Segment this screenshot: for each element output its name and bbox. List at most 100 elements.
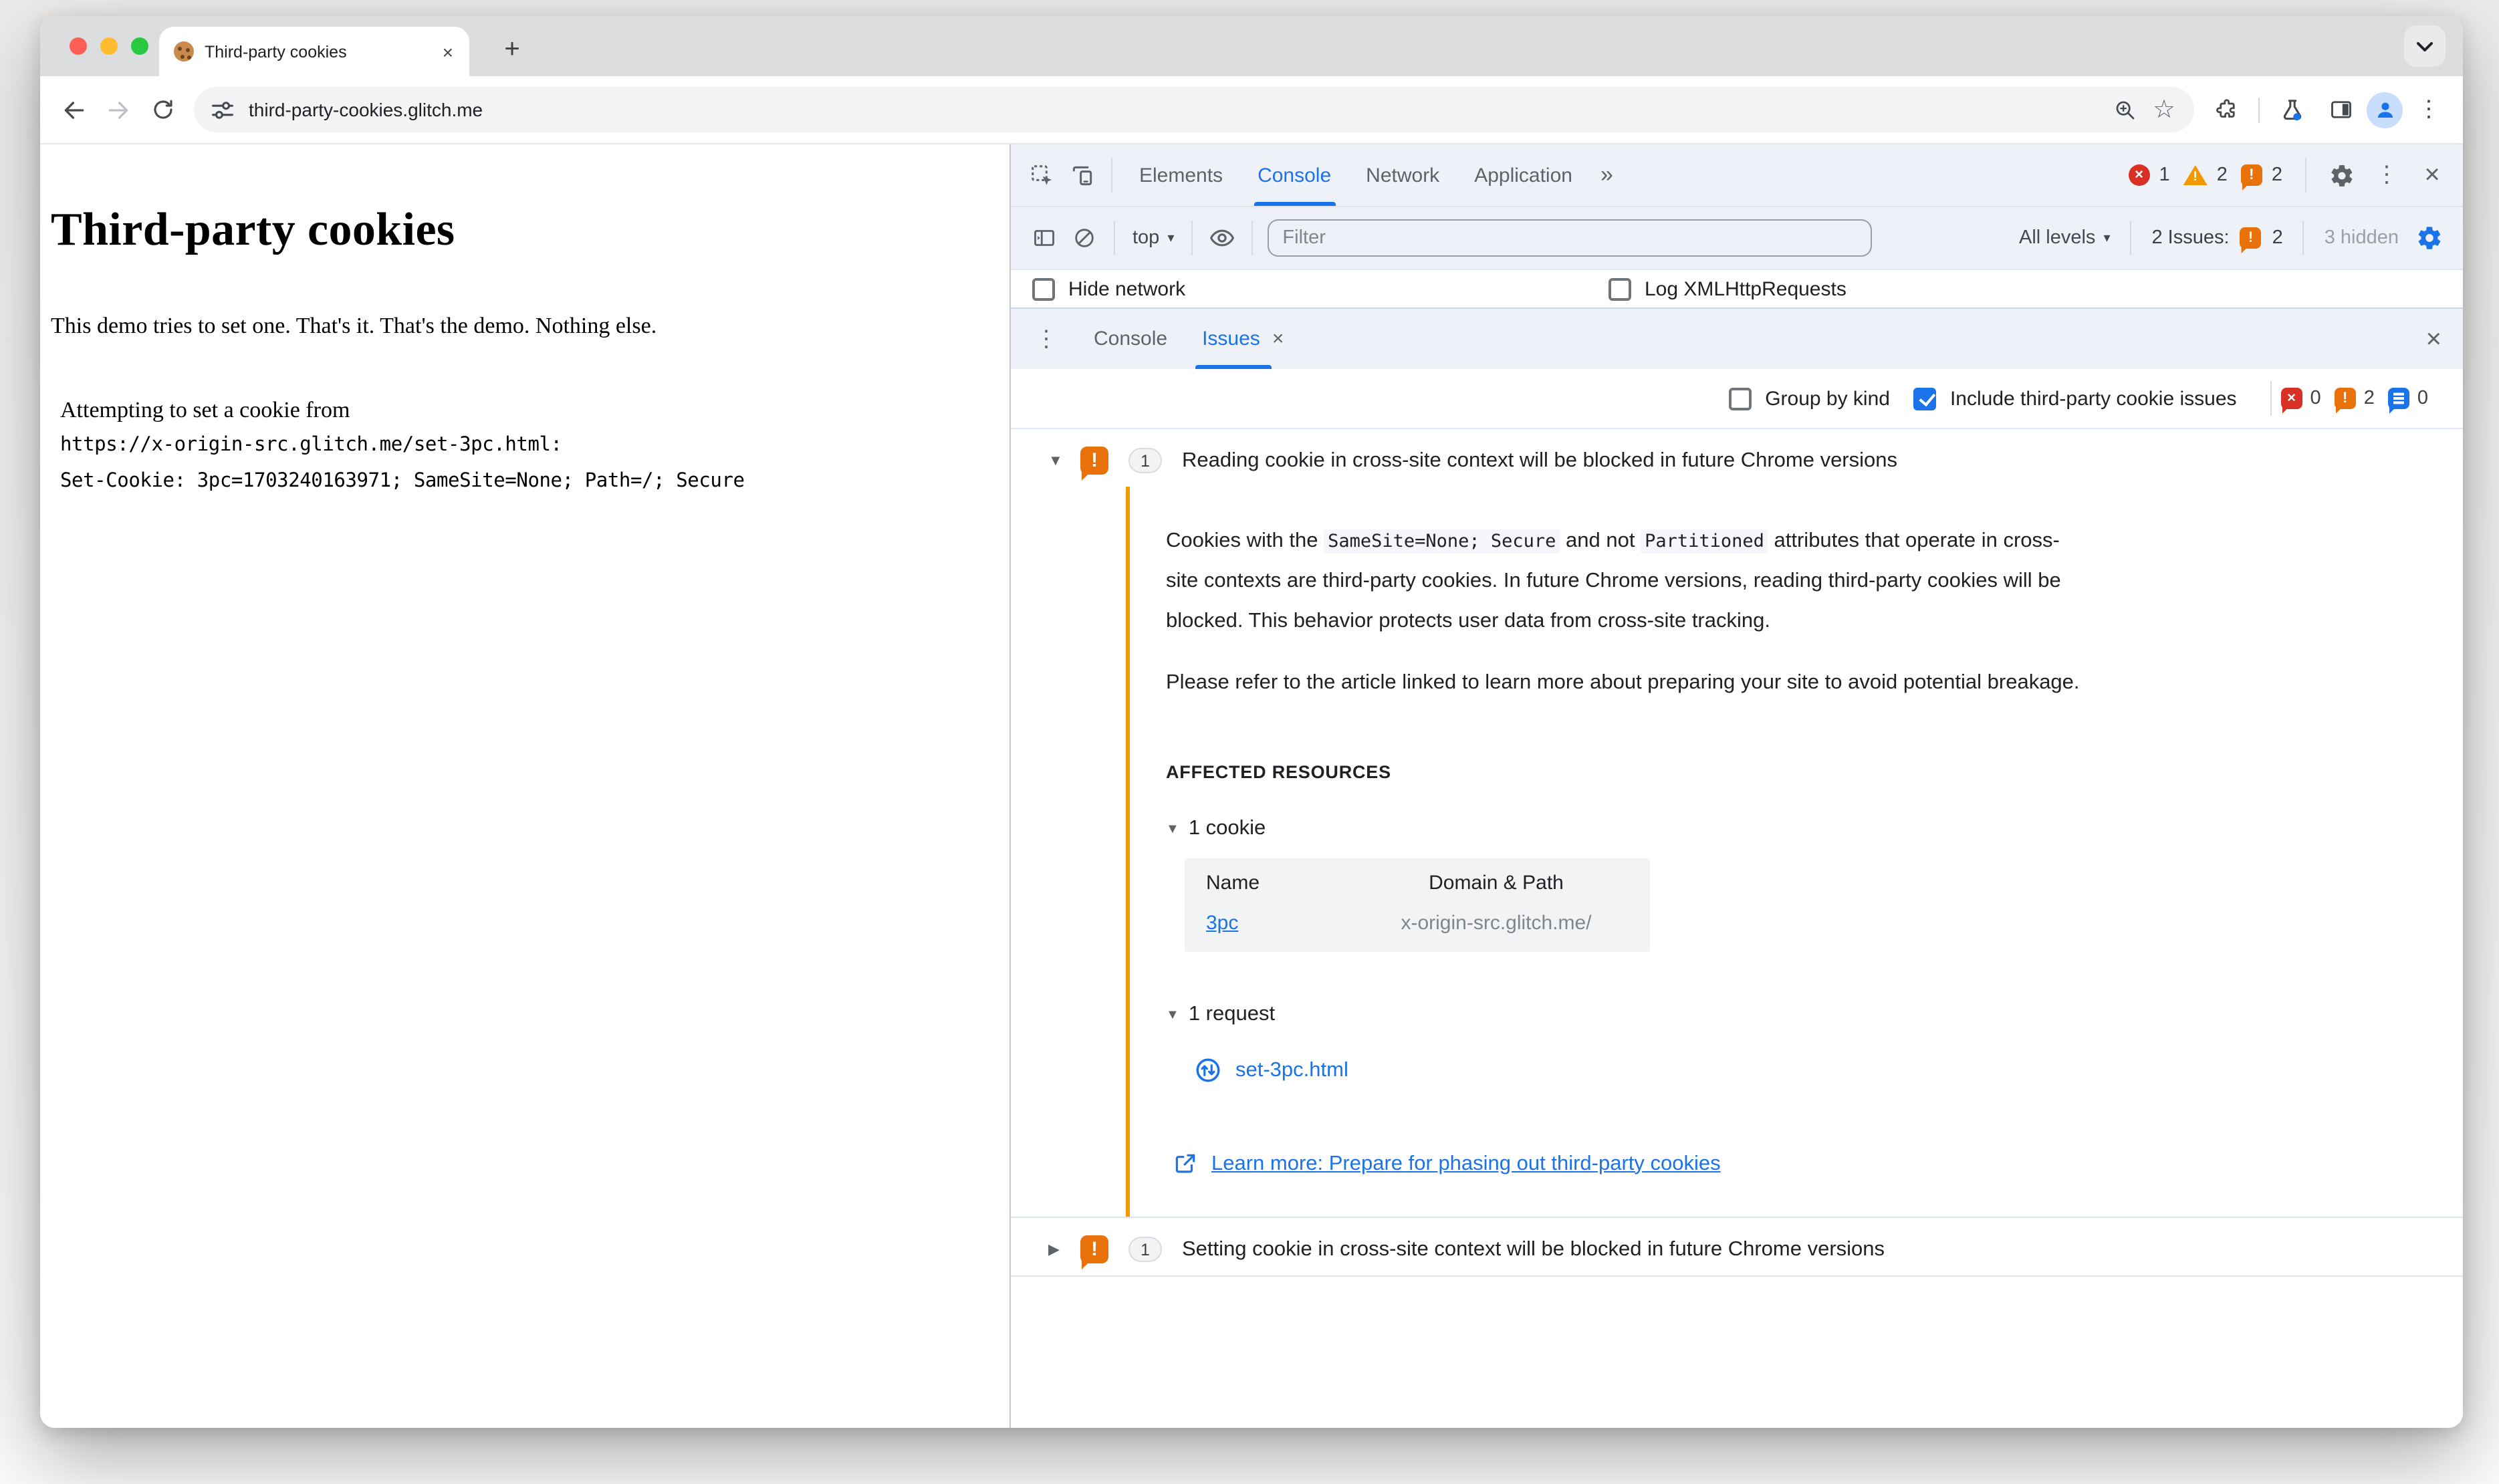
network-request-icon (1196, 1058, 1220, 1082)
log-xhr-setting[interactable]: Log XMLHttpRequests (1609, 278, 1847, 301)
reload-button[interactable] (140, 88, 185, 132)
devtools-menu-kebab-icon[interactable]: ⋮ (2367, 155, 2407, 195)
tab-console[interactable]: Console (1240, 144, 1348, 206)
chevron-down-icon (2417, 41, 2433, 51)
tab-application[interactable]: Application (1457, 144, 1590, 206)
person-icon (2377, 102, 2393, 118)
forward-button[interactable] (96, 88, 140, 132)
console-sidebar-toggle-icon[interactable] (1024, 218, 1064, 258)
live-expression-eye-icon[interactable] (1202, 218, 1242, 258)
toolbar-separator (2258, 97, 2260, 122)
cookie-table-row: 3pc x-origin-src.glitch.me/ (1185, 900, 1650, 952)
separator (1111, 158, 1112, 193)
close-window-button[interactable] (70, 37, 87, 55)
issue-row-reading-cookie[interactable]: ▼ ! 1 Reading cookie in cross-site conte… (1011, 429, 2463, 487)
browser-tab[interactable]: Third-party cookies × (159, 27, 469, 76)
hide-network-checkbox[interactable] (1032, 278, 1055, 301)
include-third-party-checkbox[interactable] (1913, 387, 1937, 410)
expand-triangle-icon[interactable]: ▼ (1166, 822, 1179, 836)
devtools-status: × 1 ! 2 ! 2 ⋮ × (2128, 155, 2452, 195)
minimize-window-button[interactable] (100, 37, 118, 55)
tab-network[interactable]: Network (1348, 144, 1457, 206)
error-badge-icon[interactable]: × (2128, 164, 2150, 186)
side-panel-icon[interactable] (2318, 88, 2363, 132)
hide-network-setting[interactable]: Hide network (1032, 278, 1185, 301)
console-toolbar: top ▾ All levels ▾ 2 Issues: (1011, 207, 2463, 270)
web-page: Third-party cookies This demo tries to s… (40, 144, 1009, 1428)
console-filter-input[interactable] (1268, 219, 1873, 257)
drawer-tab-console[interactable]: Console (1087, 309, 1174, 369)
log-xhr-checkbox[interactable] (1609, 278, 1631, 301)
settings-gear-icon[interactable] (2321, 155, 2361, 195)
issue-count-pill: 1 (1128, 448, 1162, 473)
drawer-close-icon[interactable]: × (2421, 326, 2447, 352)
issue-title[interactable]: Setting cookie in cross-site context wil… (1182, 1237, 1885, 1261)
request-section-header[interactable]: ▼ 1 request (1166, 1003, 2463, 1027)
cookie-name-link[interactable]: 3pc (1206, 912, 1364, 935)
extensions-icon[interactable] (2204, 88, 2248, 132)
drawer-tab-issues[interactable]: Issues × (1195, 309, 1290, 369)
expand-triangle-icon[interactable]: ▼ (1048, 453, 1080, 469)
hidden-messages-label[interactable]: 3 hidden (2314, 227, 2409, 249)
issue-warning-bubble-icon: ! (1080, 1235, 1108, 1263)
url-text[interactable]: third-party-cookies.glitch.me (249, 99, 2106, 120)
error-issues-icon: × (2280, 388, 2302, 409)
attempt-set-cookie: Set-Cookie: 3pc=1703240163971; SameSite=… (60, 471, 745, 492)
browser-menu-kebab-icon[interactable]: ⋮ (2407, 88, 2451, 132)
issues-badge-icon[interactable]: ! (2240, 164, 2262, 186)
maximize-window-button[interactable] (131, 37, 148, 55)
close-issues-tab-icon[interactable]: × (1272, 328, 1284, 350)
page-intro: This demo tries to set one. That's it. T… (51, 313, 657, 338)
separator (2302, 221, 2304, 255)
bookmark-star-icon[interactable]: ☆ (2145, 90, 2183, 129)
attempt-url: https://x-origin-src.glitch.me/set-3pc.h… (60, 435, 562, 456)
issue-row-setting-cookie[interactable]: ▶ ! 1 Setting cookie in cross-site conte… (1011, 1218, 2463, 1275)
cookie-section-header[interactable]: ▼ 1 cookie (1166, 817, 2463, 841)
issues-summary[interactable]: 2 Issues: ! 2 (2141, 227, 2294, 249)
group-by-kind-label[interactable]: Group by kind (1765, 387, 1890, 410)
cookie-table-header: Name Domain & Path (1185, 858, 1650, 900)
toolbar-actions: ⋮ (2204, 88, 2451, 132)
group-by-kind-checkbox[interactable] (1729, 387, 1752, 410)
titlebar: Third-party cookies × + (40, 16, 2463, 76)
more-tabs-icon[interactable]: » (1590, 162, 1624, 189)
inspect-element-icon[interactable] (1022, 155, 1062, 195)
new-tab-button[interactable]: + (495, 32, 529, 67)
tab-elements[interactable]: Elements (1122, 144, 1240, 206)
tab-close-icon[interactable]: × (439, 39, 457, 64)
affected-resources-heading: AFFECTED RESOURCES (1166, 762, 1391, 782)
info-issues-icon (2387, 388, 2409, 409)
issue-title[interactable]: Reading cookie in cross-site context wil… (1182, 449, 1897, 473)
drawer-menu-kebab-icon[interactable]: ⋮ (1027, 326, 1066, 352)
device-toolbar-icon[interactable] (1062, 155, 1102, 195)
devtools-close-icon[interactable]: × (2412, 155, 2452, 195)
learn-more-link[interactable]: Learn more: Prepare for phasing out thir… (1211, 1152, 1721, 1176)
expand-triangle-icon[interactable]: ▼ (1166, 1007, 1179, 1022)
learn-more-row: Learn more: Prepare for phasing out thir… (1173, 1151, 2463, 1177)
console-settings-gear-icon[interactable] (2409, 218, 2450, 258)
error-count: 1 (2159, 164, 2170, 186)
include-third-party-label[interactable]: Include third-party cookie issues (1950, 387, 2237, 410)
tab-search-button[interactable] (2404, 25, 2446, 67)
issue-separator (1011, 1275, 2463, 1277)
cookie-attempt-block: Attempting to set a cookie from https://… (60, 393, 975, 500)
zoom-icon[interactable] (2106, 90, 2145, 129)
log-levels-selector[interactable]: All levels ▾ (2008, 227, 2121, 249)
address-bar[interactable]: third-party-cookies.glitch.me ☆ (194, 87, 2194, 132)
col-domain-path: Domain & Path (1429, 872, 1564, 894)
warning-badge-icon[interactable]: ! (2183, 165, 2208, 185)
request-link[interactable]: set-3pc.html (1235, 1058, 1348, 1082)
clear-console-icon[interactable] (1064, 218, 1104, 258)
collapsed-triangle-icon[interactable]: ▶ (1048, 1241, 1080, 1258)
back-button[interactable] (52, 88, 96, 132)
context-selector[interactable]: top ▾ (1124, 227, 1182, 249)
info-issues-count: 0 (2417, 388, 2428, 409)
warning-issues-count: 2 (2363, 388, 2375, 409)
issues-toolbar: Group by kind Include third-party cookie… (1011, 369, 2463, 429)
experiments-flask-icon[interactable] (2270, 88, 2314, 132)
separator (2305, 158, 2306, 193)
site-info-icon[interactable] (211, 100, 234, 120)
cookie-favicon-icon (174, 41, 194, 61)
console-toolbar-right: All levels ▾ 2 Issues: ! 2 3 hidden (2008, 218, 2450, 258)
profile-avatar[interactable] (2367, 92, 2403, 128)
